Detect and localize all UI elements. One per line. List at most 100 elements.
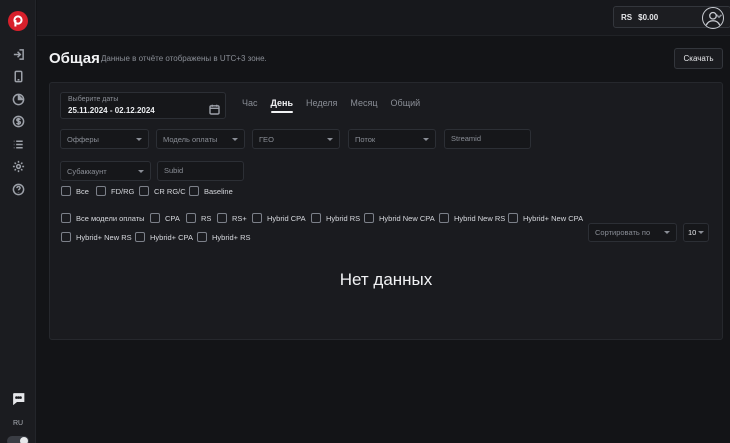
caret-down-icon xyxy=(423,137,429,141)
topbar: RS $0.00 xyxy=(37,0,730,36)
pie-chart-icon[interactable] xyxy=(11,92,25,106)
balance-value: $0.00 xyxy=(638,12,659,22)
caret-down-icon xyxy=(136,137,142,141)
page-size-value: 10 xyxy=(688,228,697,237)
tab-week[interactable]: Неделя xyxy=(306,98,337,113)
checkbox-cpa[interactable]: CPA xyxy=(150,213,180,223)
gear-icon[interactable] xyxy=(11,159,25,173)
checkbox-hybrid-new-rs[interactable]: Hybrid New RS xyxy=(439,213,505,223)
checkbox-hybrid-new-cpa[interactable]: Hybrid New CPA xyxy=(364,213,435,223)
theme-toggle[interactable] xyxy=(7,436,29,443)
app-root: RU RS $0.00 Общая Данные в отчёте отобра… xyxy=(0,0,730,443)
checkbox-label: Hybrid RS xyxy=(326,213,361,223)
checkbox-label: Hybrid New CPA xyxy=(379,213,435,223)
checkbox-label: Hybrid New RS xyxy=(454,213,506,223)
checkbox-hybrid-rs[interactable]: Hybrid RS xyxy=(311,213,360,223)
caret-down-icon xyxy=(327,137,333,141)
checkbox-all[interactable]: Все xyxy=(61,186,89,196)
checkbox-box xyxy=(135,232,145,242)
currency-label: RS xyxy=(621,12,633,22)
checkbox-label: Hybrid+ New CPA xyxy=(523,213,584,223)
language-switch[interactable]: RU xyxy=(10,417,26,431)
checkbox-label: Baseline xyxy=(204,186,233,196)
date-range-picker[interactable]: Выберите даты 25.11.2024 - 02.12.2024 xyxy=(60,92,226,119)
checkbox-hybrid-plus-rs[interactable]: Hybrid+ RS xyxy=(197,232,251,242)
checkbox-baseline[interactable]: Baseline xyxy=(189,186,233,196)
checkbox-hybrid-plus-cpa[interactable]: Hybrid+ CPA xyxy=(135,232,193,242)
stream-select[interactable]: Поток xyxy=(348,129,436,149)
period-tabs: Час День Неделя Месяц Общий xyxy=(242,98,433,113)
report-panel xyxy=(49,82,723,340)
checkbox-hybrid-plus-new-cpa[interactable]: Hybrid+ New CPA xyxy=(508,213,583,223)
offers-select[interactable]: Офферы xyxy=(60,129,149,149)
checkbox-box xyxy=(96,186,106,196)
checkbox-box xyxy=(61,232,71,242)
checkbox-box xyxy=(311,213,321,223)
import-icon[interactable] xyxy=(11,47,25,61)
sidebar: RU xyxy=(0,0,36,443)
tab-day[interactable]: День xyxy=(270,98,293,113)
tab-total[interactable]: Общий xyxy=(391,98,421,113)
stream-select-label: Поток xyxy=(355,134,376,144)
checkbox-box xyxy=(508,213,518,223)
empty-state-message: Нет данных xyxy=(339,270,433,289)
checkbox-hybrid-plus-new-rs[interactable]: Hybrid+ New RS xyxy=(61,232,132,242)
subid-input[interactable]: Subid xyxy=(157,161,244,181)
caret-down-icon xyxy=(232,137,238,141)
checkbox-box xyxy=(252,213,262,223)
checkbox-rs[interactable]: RS xyxy=(186,213,211,223)
checkbox-label: RS xyxy=(201,213,212,223)
checkbox-label: Hybrid CPA xyxy=(267,213,306,223)
checkbox-all-models[interactable]: Все модели оплаты xyxy=(61,213,145,223)
help-icon[interactable] xyxy=(11,182,25,196)
subaccount-select-label: Субаккаунт xyxy=(67,166,107,176)
calendar-icon xyxy=(209,102,220,115)
checkbox-box xyxy=(139,186,149,196)
toggle-knob xyxy=(20,437,28,443)
caret-down-icon xyxy=(698,231,704,234)
checkbox-box xyxy=(186,213,196,223)
date-picker-label: Выберите даты xyxy=(68,96,119,103)
payment-model-select-label: Модель оплаты xyxy=(163,134,218,144)
checkbox-label: Hybrid+ New RS xyxy=(76,232,132,242)
checkbox-label: Hybrid+ RS xyxy=(212,232,251,242)
checkbox-box xyxy=(61,186,71,196)
checkbox-fd-rg[interactable]: FD/RG xyxy=(96,186,134,196)
checkbox-label: RS+ xyxy=(232,213,247,223)
checkbox-label: Все xyxy=(76,186,89,196)
logo[interactable] xyxy=(8,11,28,31)
caret-down-icon xyxy=(664,231,670,234)
offers-select-label: Офферы xyxy=(67,134,99,144)
checkbox-hybrid-cpa[interactable]: Hybrid CPA xyxy=(252,213,306,223)
checkbox-label: CR RG/C xyxy=(154,186,186,196)
checkbox-label: Hybrid+ CPA xyxy=(150,232,194,242)
dollar-icon[interactable] xyxy=(11,114,25,128)
payment-model-select[interactable]: Модель оплаты xyxy=(156,129,245,149)
subaccount-select[interactable]: Субаккаунт xyxy=(60,161,151,181)
geo-select[interactable]: ГЕО xyxy=(252,129,340,149)
page-size-select[interactable]: 10 xyxy=(683,223,709,242)
checkbox-label: Все модели оплаты xyxy=(76,213,145,223)
chat-icon[interactable] xyxy=(11,391,25,405)
date-picker-value: 25.11.2024 - 02.12.2024 xyxy=(68,106,155,115)
sort-select[interactable]: Сортировать по xyxy=(588,223,677,242)
checkbox-rs-plus[interactable]: RS+ xyxy=(217,213,247,223)
checkbox-box xyxy=(150,213,160,223)
checkbox-label: FD/RG xyxy=(111,186,135,196)
mobile-icon[interactable] xyxy=(11,69,25,83)
page-title: Общая xyxy=(49,50,100,67)
checkbox-box xyxy=(197,232,207,242)
geo-select-label: ГЕО xyxy=(259,134,274,144)
user-avatar-icon[interactable] xyxy=(702,7,724,29)
checkbox-label: CPA xyxy=(165,213,180,223)
tab-hour[interactable]: Час xyxy=(242,98,258,113)
checkbox-box xyxy=(61,213,71,223)
list-icon[interactable] xyxy=(11,137,25,151)
streamid-input[interactable]: Streamid xyxy=(444,129,531,149)
download-button[interactable]: Скачать xyxy=(674,48,723,69)
tab-month[interactable]: Месяц xyxy=(350,98,377,113)
logo-icon xyxy=(13,15,23,27)
checkbox-cr-rg-c[interactable]: CR RG/C xyxy=(139,186,186,196)
checkbox-box xyxy=(217,213,227,223)
checkbox-box xyxy=(189,186,199,196)
